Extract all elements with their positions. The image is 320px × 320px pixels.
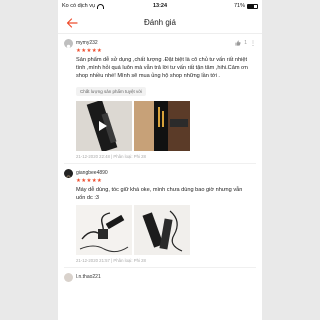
more-options-icon[interactable]: ⋮ (250, 40, 256, 47)
avatar[interactable] (64, 168, 73, 178)
star-rating: ★★★★★ (76, 48, 103, 54)
review-text: Máy dễ dùng, tóc giữ khá oke, mình chưa … (76, 187, 243, 201)
review-video-thumbnail[interactable] (76, 101, 132, 151)
clock: 13:24 (152, 3, 168, 9)
review-tag[interactable]: Chất lượng sản phẩm tuyệt vời (76, 87, 147, 96)
review-media (76, 101, 256, 151)
review-meta: 21-12-2020 21:57 | Phân loại: Phi 28 (76, 258, 146, 263)
back-arrow-icon[interactable] (66, 17, 78, 29)
status-bar: Ko có dịch vụ 13:24 71% (58, 0, 262, 12)
review-item: l.n.thao221 (58, 268, 262, 282)
star-rating: ★★★★★ (76, 178, 103, 184)
avatar[interactable] (64, 272, 73, 282)
review-photo[interactable] (134, 205, 190, 255)
review-photo[interactable] (134, 101, 190, 151)
header: Đánh giá (58, 12, 262, 34)
thumbs-up-icon[interactable] (235, 40, 241, 46)
review-item: mymy232 1 ⋮ ★★★★★ Sản phẩm dễ sử dụng ,c… (58, 34, 262, 164)
review-page: Ko có dịch vụ 13:24 71% Đánh giá mymy232… (58, 0, 262, 320)
review-text: Sản phẩm dễ sử dụng ,chất lượng .Đặt biệ… (76, 57, 248, 79)
reviewer-name[interactable]: mymy232 (76, 40, 98, 46)
review-item: giangbee4890 ★★★★★ Máy dễ dùng, tóc giữ … (58, 164, 262, 268)
avatar[interactable] (64, 38, 73, 48)
reviewer-name[interactable]: giangbee4890 (76, 170, 108, 176)
like-count: 1 (244, 40, 247, 46)
battery-icon (247, 3, 258, 9)
reviewer-name[interactable]: l.n.thao221 (76, 274, 101, 280)
review-photo[interactable] (76, 205, 132, 255)
review-meta: 21-12-2020 22:48 | Phân loại: Phi 28 (76, 154, 146, 159)
review-media (76, 205, 256, 255)
page-title: Đánh giá (143, 18, 177, 27)
